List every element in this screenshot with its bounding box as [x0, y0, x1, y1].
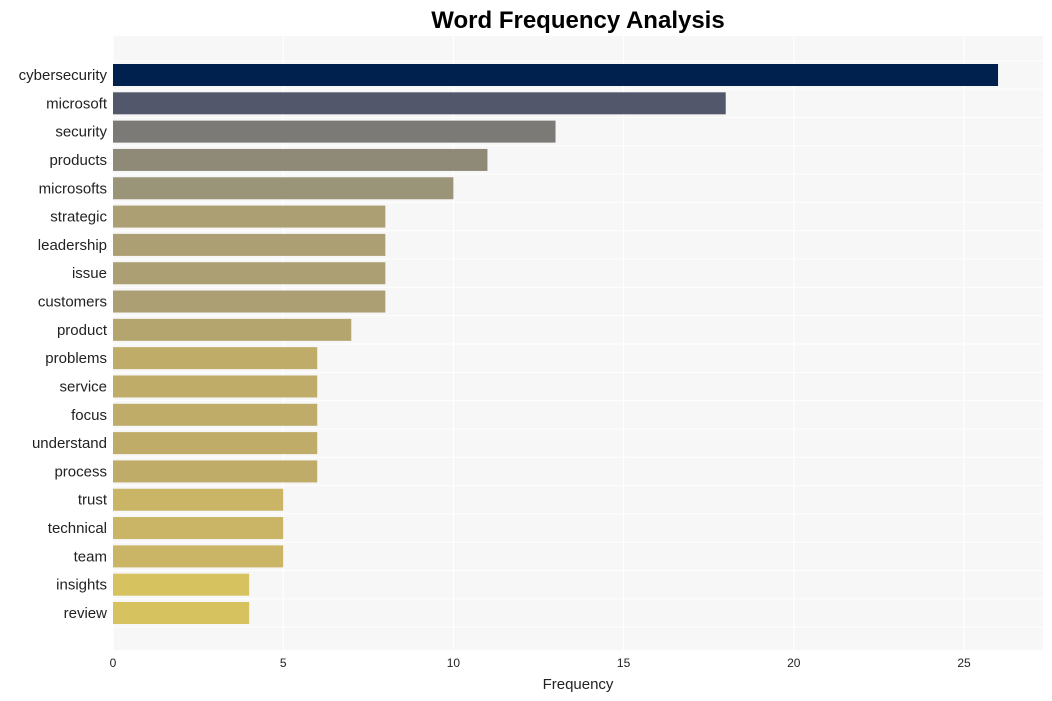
category-label: microsoft: [46, 95, 108, 112]
category-label: issue: [72, 265, 107, 282]
x-tick-labels: 0 5 10 15 20 25: [110, 656, 971, 670]
x-tick-label: 15: [617, 656, 631, 670]
word-frequency-chart: cybersecurity microsoft security products mi…: [19, 7, 1043, 693]
x-tick-label: 25: [957, 656, 971, 670]
bar-review: [113, 602, 250, 624]
bar-process: [113, 460, 318, 483]
bar-products: [113, 148, 488, 171]
category-label: technical: [48, 520, 107, 537]
x-tick-label: 5: [280, 656, 287, 670]
category-label: security: [55, 124, 107, 141]
bar-leadership: [113, 233, 386, 256]
category-label: service: [59, 378, 107, 395]
bar-team: [113, 545, 284, 568]
category-label: insights: [56, 577, 107, 594]
category-label: product: [57, 322, 108, 339]
bar-understand: [113, 432, 318, 455]
bar-technical: [113, 517, 284, 540]
category-label: products: [49, 152, 107, 169]
bar-insights: [113, 573, 250, 596]
bar-microsofts: [113, 177, 454, 200]
category-label: process: [54, 463, 107, 480]
x-tick-label: 0: [110, 656, 117, 670]
category-label: problems: [45, 350, 107, 367]
bar-problems: [113, 347, 318, 370]
bar-cybersecurity: [113, 64, 999, 86]
x-tick-label: 10: [447, 656, 461, 670]
category-label: cybersecurity: [19, 67, 108, 84]
bar-trust: [113, 488, 284, 511]
bar-product: [113, 318, 352, 341]
bar-issue: [113, 262, 386, 285]
bar-focus: [113, 403, 318, 426]
category-label: strategic: [50, 209, 107, 226]
category-label: review: [64, 605, 108, 622]
x-axis-label: Frequency: [543, 676, 614, 693]
bar-service: [113, 375, 318, 398]
bar-microsoft: [113, 92, 726, 115]
category-label: understand: [32, 435, 107, 452]
bar-customers: [113, 290, 386, 313]
bar-security: [113, 120, 556, 143]
category-label: microsofts: [39, 180, 107, 197]
category-labels: cybersecurity microsoft security products mi…: [19, 67, 108, 622]
category-label: trust: [78, 492, 108, 509]
category-label: customers: [38, 294, 107, 311]
category-label: focus: [71, 407, 107, 424]
category-label: leadership: [38, 237, 107, 254]
chart-title: Word Frequency Analysis: [431, 7, 724, 34]
bar-strategic: [113, 205, 386, 228]
x-tick-label: 20: [787, 656, 801, 670]
category-label: team: [74, 548, 107, 565]
